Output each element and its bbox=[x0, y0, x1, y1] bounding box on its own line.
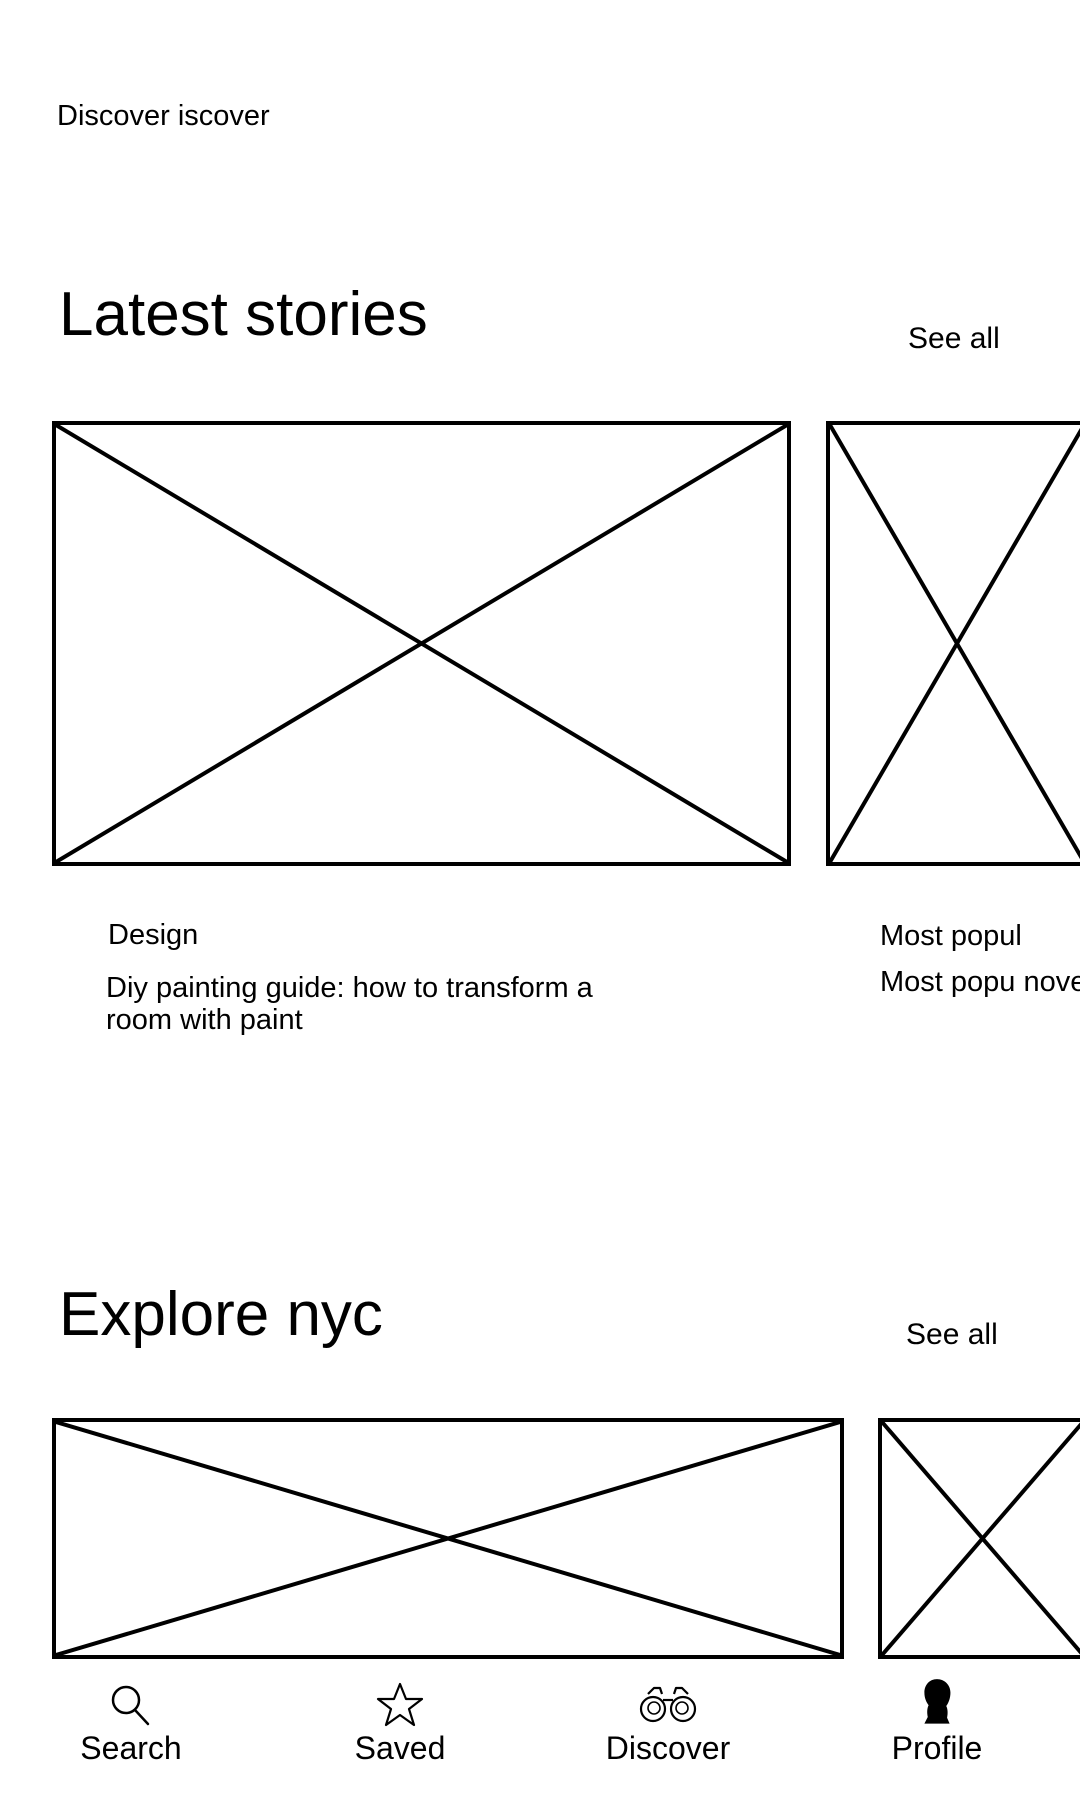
person-silhouette-icon bbox=[924, 1679, 951, 1724]
nav-label: Saved bbox=[354, 1730, 446, 1766]
image-placeholder-icon bbox=[56, 425, 787, 862]
nav-item-saved[interactable]: Saved bbox=[310, 1682, 490, 1767]
story-card-category: Most popul bbox=[880, 920, 1022, 952]
latest-stories-heading: Latest stories bbox=[59, 280, 428, 349]
explore-nyc-heading: Explore nyc bbox=[59, 1280, 383, 1349]
image-placeholder-icon bbox=[830, 425, 1080, 862]
story-card-image-placeholder[interactable] bbox=[826, 421, 1080, 866]
nav-item-search[interactable]: Search bbox=[41, 1682, 221, 1767]
star-icon bbox=[376, 1682, 424, 1727]
nav-label: Search bbox=[80, 1730, 182, 1766]
nav-label: Profile bbox=[891, 1730, 983, 1766]
story-card-category: Design bbox=[108, 919, 199, 951]
latest-stories-see-all-link[interactable]: See all bbox=[908, 322, 1000, 356]
explore-nyc-see-all-link[interactable]: See all bbox=[906, 1318, 998, 1352]
explore-card-image-placeholder[interactable] bbox=[52, 1418, 844, 1659]
image-placeholder-icon bbox=[882, 1422, 1080, 1655]
nav-item-discover[interactable]: Discover bbox=[578, 1682, 758, 1767]
explore-card-image-placeholder[interactable] bbox=[878, 1418, 1080, 1659]
story-card-title[interactable]: Diy painting guide: how to transform a r… bbox=[106, 972, 666, 1036]
image-placeholder-icon bbox=[56, 1422, 840, 1655]
nav-item-profile[interactable]: Profile bbox=[847, 1679, 1027, 1767]
nav-label: Discover bbox=[605, 1730, 731, 1766]
story-card-title[interactable]: Most popu nove bbox=[880, 966, 1080, 998]
search-icon bbox=[111, 1685, 150, 1726]
story-card-image-placeholder[interactable] bbox=[52, 421, 791, 866]
binoculars-icon bbox=[639, 1686, 697, 1723]
page-header-title: Discover iscover bbox=[57, 100, 270, 132]
